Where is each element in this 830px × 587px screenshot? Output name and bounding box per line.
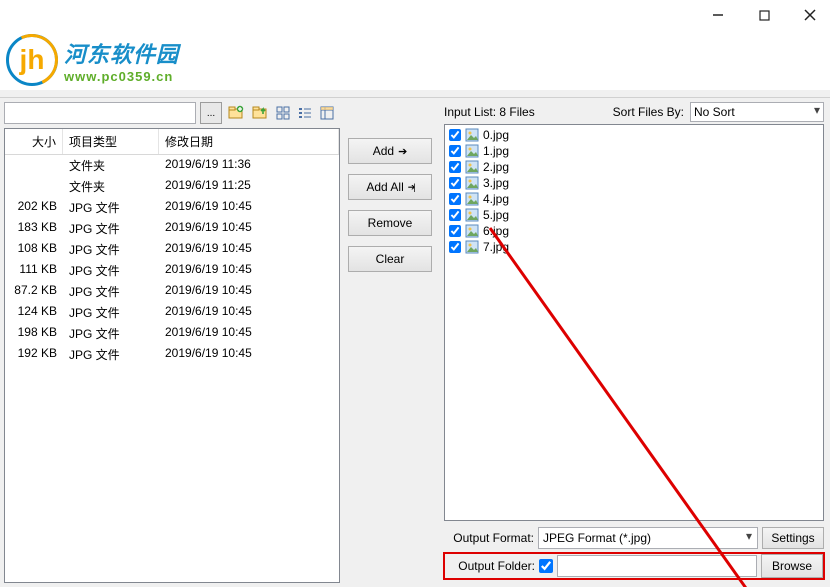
input-list-item[interactable]: 6.jpg — [447, 223, 821, 239]
sort-label: Sort Files By: — [613, 105, 684, 119]
item-checkbox[interactable] — [449, 177, 461, 189]
window-titlebar — [0, 0, 830, 30]
input-list-item[interactable]: 4.jpg — [447, 191, 821, 207]
browse-button[interactable]: Browse — [761, 554, 823, 578]
file-row[interactable]: 198 KBJPG 文件2019/6/19 10:45 — [5, 323, 339, 344]
image-icon — [465, 240, 479, 254]
remove-button[interactable]: Remove — [348, 210, 432, 236]
image-icon — [465, 224, 479, 238]
item-name: 2.jpg — [483, 160, 509, 174]
file-row[interactable]: 124 KBJPG 文件2019/6/19 10:45 — [5, 302, 339, 323]
col-type-header[interactable]: 项目类型 — [63, 129, 159, 154]
output-folder-checkbox[interactable] — [539, 559, 553, 573]
file-row[interactable]: 87.2 KBJPG 文件2019/6/19 10:45 — [5, 281, 339, 302]
watermark-logo: jh 河东软件园 www.pc0359.cn — [0, 30, 830, 90]
output-folder-input[interactable] — [557, 555, 757, 577]
image-icon — [465, 128, 479, 142]
item-name: 4.jpg — [483, 192, 509, 206]
clear-button[interactable]: Clear — [348, 246, 432, 272]
item-checkbox[interactable] — [449, 145, 461, 157]
col-date-header[interactable]: 修改日期 — [159, 129, 339, 154]
item-name: 3.jpg — [483, 176, 509, 190]
file-row[interactable]: 183 KBJPG 文件2019/6/19 10:45 — [5, 218, 339, 239]
logo-title: 河东软件园 — [64, 37, 179, 69]
arrow-right-icon: ➔ — [398, 145, 407, 158]
path-browse-button[interactable]: ... — [200, 102, 222, 124]
file-row[interactable]: 108 KBJPG 文件2019/6/19 10:45 — [5, 239, 339, 260]
add-button[interactable]: Add➔ — [348, 138, 432, 164]
item-name: 1.jpg — [483, 144, 509, 158]
file-row[interactable]: 192 KBJPG 文件2019/6/19 10:45 — [5, 344, 339, 365]
item-checkbox[interactable] — [449, 161, 461, 173]
item-checkbox[interactable] — [449, 209, 461, 221]
input-list[interactable]: 0.jpg 1.jpg 2.jpg 3.jpg 4.jpg 5.jpg 6.jpg 7.jpg — [444, 124, 824, 521]
file-row[interactable]: 文件夹2019/6/19 11:36 — [5, 155, 339, 176]
image-icon — [465, 144, 479, 158]
path-dropdown[interactable] — [4, 102, 196, 124]
new-folder-icon[interactable] — [226, 103, 246, 123]
input-list-item[interactable]: 0.jpg — [447, 127, 821, 143]
input-list-item[interactable]: 1.jpg — [447, 143, 821, 159]
item-name: 5.jpg — [483, 208, 509, 222]
view-large-icons[interactable] — [274, 104, 292, 122]
close-button[interactable] — [798, 3, 822, 27]
item-name: 7.jpg — [483, 240, 509, 254]
view-details-icons[interactable] — [318, 104, 336, 122]
item-name: 6.jpg — [483, 224, 509, 238]
add-all-button[interactable]: Add All➔| — [348, 174, 432, 200]
file-row[interactable]: 202 KBJPG 文件2019/6/19 10:45 — [5, 197, 339, 218]
item-checkbox[interactable] — [449, 225, 461, 237]
arrow-right-end-icon: ➔| — [408, 182, 414, 193]
file-row[interactable]: 文件夹2019/6/19 11:25 — [5, 176, 339, 197]
sort-select[interactable]: No Sort — [690, 102, 824, 122]
folder-up-icon[interactable] — [250, 103, 270, 123]
logo-url: www.pc0359.cn — [64, 69, 179, 84]
image-icon — [465, 176, 479, 190]
item-checkbox[interactable] — [449, 193, 461, 205]
col-size-header[interactable]: 大小 — [5, 129, 63, 154]
settings-button[interactable]: Settings — [762, 527, 824, 549]
item-checkbox[interactable] — [449, 129, 461, 141]
input-list-item[interactable]: 5.jpg — [447, 207, 821, 223]
item-name: 0.jpg — [483, 128, 509, 142]
image-icon — [465, 160, 479, 174]
input-list-item[interactable]: 3.jpg — [447, 175, 821, 191]
item-checkbox[interactable] — [449, 241, 461, 253]
maximize-button[interactable] — [752, 3, 776, 27]
view-list-icons[interactable] — [296, 104, 314, 122]
output-format-select[interactable]: JPEG Format (*.jpg) — [538, 527, 758, 549]
image-icon — [465, 192, 479, 206]
image-icon — [465, 208, 479, 222]
output-folder-label: Output Folder: — [445, 559, 535, 573]
file-list[interactable]: 大小 项目类型 修改日期 文件夹2019/6/19 11:36文件夹2019/6… — [4, 128, 340, 583]
input-list-item[interactable]: 2.jpg — [447, 159, 821, 175]
input-list-item[interactable]: 7.jpg — [447, 239, 821, 255]
input-list-label: Input List: 8 Files — [444, 105, 535, 119]
output-format-label: Output Format: — [444, 531, 534, 545]
file-row[interactable]: 111 KBJPG 文件2019/6/19 10:45 — [5, 260, 339, 281]
minimize-button[interactable] — [706, 3, 730, 27]
